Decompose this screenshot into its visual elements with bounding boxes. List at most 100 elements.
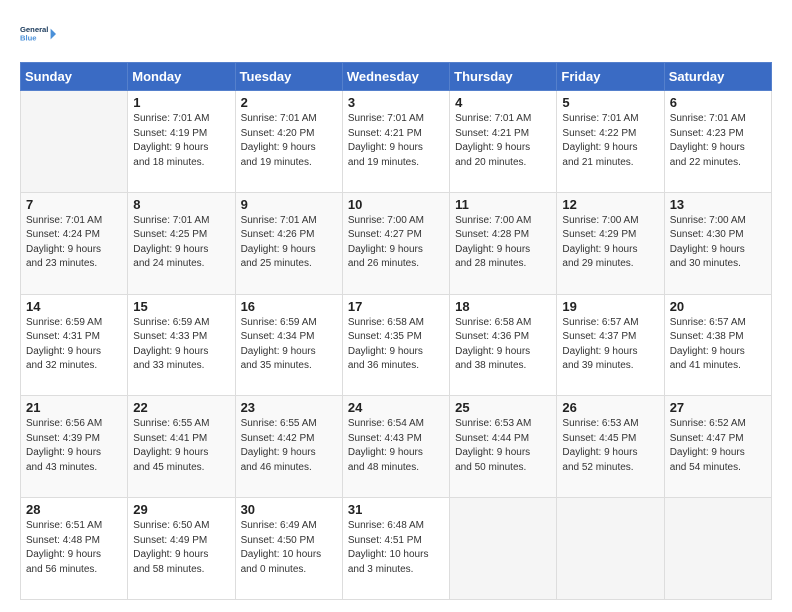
- day-number: 28: [26, 502, 122, 517]
- calendar-cell-w2-d1: 7 Sunrise: 7:01 AMSunset: 4:24 PMDaylight…: [21, 192, 128, 294]
- cell-info: Sunrise: 6:58 AMSunset: 4:36 PMDaylight:…: [455, 316, 551, 374]
- day-number: 12: [562, 197, 658, 212]
- cell-info: Sunrise: 6:58 AMSunset: 4:35 PMDaylight:…: [348, 316, 444, 374]
- calendar-week-5: 28 Sunrise: 6:51 AMSunset: 4:48 PMDayligh…: [21, 498, 772, 600]
- cell-info: Sunrise: 6:56 AMSunset: 4:39 PMDaylight:…: [26, 417, 122, 475]
- day-number: 17: [348, 299, 444, 314]
- calendar-header-row: Sunday Monday Tuesday Wednesday Thursday…: [21, 63, 772, 91]
- day-number: 25: [455, 400, 551, 415]
- calendar-cell-w1-d5: 4 Sunrise: 7:01 AMSunset: 4:21 PMDaylight…: [450, 91, 557, 193]
- cell-info: Sunrise: 6:59 AMSunset: 4:33 PMDaylight:…: [133, 316, 229, 374]
- cell-info: Sunrise: 6:59 AMSunset: 4:34 PMDaylight:…: [241, 316, 337, 374]
- day-number: 26: [562, 400, 658, 415]
- logo-icon: General Blue: [20, 16, 56, 52]
- day-number: 14: [26, 299, 122, 314]
- day-number: 16: [241, 299, 337, 314]
- calendar-cell-w3-d4: 17 Sunrise: 6:58 AMSunset: 4:35 PMDayligh…: [342, 294, 449, 396]
- calendar-cell-w1-d3: 2Sunrise: 7:01 AMSunset: 4:20 PMDaylight…: [235, 91, 342, 193]
- calendar-cell-w2-d5: 11 Sunrise: 7:00 AMSunset: 4:28 PMDayligh…: [450, 192, 557, 294]
- day-number: 27: [670, 400, 766, 415]
- calendar-cell-w3-d7: 20Sunrise: 6:57 AMSunset: 4:38 PMDayligh…: [664, 294, 771, 396]
- cell-info: Sunrise: 7:01 AMSunset: 4:25 PMDaylight:…: [133, 214, 229, 272]
- cell-info: Sunrise: 7:01 AMSunset: 4:22 PMDaylight:…: [562, 112, 658, 170]
- calendar-cell-w5-d2: 29Sunrise: 6:50 AMSunset: 4:49 PMDayligh…: [128, 498, 235, 600]
- svg-text:Blue: Blue: [20, 33, 37, 42]
- day-number: 22: [133, 400, 229, 415]
- day-number: 6: [670, 95, 766, 110]
- day-number: 1: [133, 95, 229, 110]
- calendar-cell-w5-d1: 28 Sunrise: 6:51 AMSunset: 4:48 PMDayligh…: [21, 498, 128, 600]
- cell-info: Sunrise: 6:55 AMSunset: 4:41 PMDaylight:…: [133, 417, 229, 475]
- header-friday: Friday: [557, 63, 664, 91]
- calendar-cell-w2-d2: 8 Sunrise: 7:01 AMSunset: 4:25 PMDaylight…: [128, 192, 235, 294]
- cell-info: Sunrise: 7:01 AMSunset: 4:19 PMDaylight:…: [133, 112, 229, 170]
- cell-info: Sunrise: 7:01 AMSunset: 4:26 PMDaylight:…: [241, 214, 337, 272]
- day-number: 3: [348, 95, 444, 110]
- calendar-week-3: 14 Sunrise: 6:59 AMSunset: 4:31 PMDayligh…: [21, 294, 772, 396]
- header-sunday: Sunday: [21, 63, 128, 91]
- calendar-cell-w4-d2: 22 Sunrise: 6:55 AMSunset: 4:41 PMDayligh…: [128, 396, 235, 498]
- day-number: 19: [562, 299, 658, 314]
- header-saturday: Saturday: [664, 63, 771, 91]
- day-number: 31: [348, 502, 444, 517]
- calendar-cell-w1-d2: 1 Sunrise: 7:01 AMSunset: 4:19 PMDaylight…: [128, 91, 235, 193]
- cell-info: Sunrise: 7:01 AMSunset: 4:21 PMDaylight:…: [348, 112, 444, 170]
- calendar-cell-w3-d1: 14 Sunrise: 6:59 AMSunset: 4:31 PMDayligh…: [21, 294, 128, 396]
- header-wednesday: Wednesday: [342, 63, 449, 91]
- day-number: 5: [562, 95, 658, 110]
- calendar-cell-w4-d7: 27Sunrise: 6:52 AMSunset: 4:47 PMDayligh…: [664, 396, 771, 498]
- calendar-cell-w1-d6: 5 Sunrise: 7:01 AMSunset: 4:22 PMDaylight…: [557, 91, 664, 193]
- cell-info: Sunrise: 6:55 AMSunset: 4:42 PMDaylight:…: [241, 417, 337, 475]
- logo: General Blue: [20, 16, 60, 52]
- day-number: 23: [241, 400, 337, 415]
- day-number: 29: [133, 502, 229, 517]
- calendar-cell-w4-d6: 26 Sunrise: 6:53 AMSunset: 4:45 PMDayligh…: [557, 396, 664, 498]
- svg-text:General: General: [20, 25, 48, 34]
- calendar-cell-w4-d5: 25Sunrise: 6:53 AMSunset: 4:44 PMDayligh…: [450, 396, 557, 498]
- cell-info: Sunrise: 6:53 AMSunset: 4:45 PMDaylight:…: [562, 417, 658, 475]
- day-number: 8: [133, 197, 229, 212]
- day-number: 9: [241, 197, 337, 212]
- day-number: 20: [670, 299, 766, 314]
- calendar-week-4: 21 Sunrise: 6:56 AMSunset: 4:39 PMDayligh…: [21, 396, 772, 498]
- header-monday: Monday: [128, 63, 235, 91]
- cell-info: Sunrise: 7:00 AMSunset: 4:29 PMDaylight:…: [562, 214, 658, 272]
- calendar-cell-w3-d6: 19 Sunrise: 6:57 AMSunset: 4:37 PMDayligh…: [557, 294, 664, 396]
- day-number: 18: [455, 299, 551, 314]
- cell-info: Sunrise: 6:59 AMSunset: 4:31 PMDaylight:…: [26, 316, 122, 374]
- cell-info: Sunrise: 7:00 AMSunset: 4:28 PMDaylight:…: [455, 214, 551, 272]
- cell-info: Sunrise: 7:00 AMSunset: 4:27 PMDaylight:…: [348, 214, 444, 272]
- header: General Blue: [20, 16, 772, 52]
- cell-info: Sunrise: 6:48 AMSunset: 4:51 PMDaylight:…: [348, 519, 444, 577]
- header-thursday: Thursday: [450, 63, 557, 91]
- cell-info: Sunrise: 6:51 AMSunset: 4:48 PMDaylight:…: [26, 519, 122, 577]
- calendar-cell-w3-d5: 18 Sunrise: 6:58 AMSunset: 4:36 PMDayligh…: [450, 294, 557, 396]
- calendar-cell-w5-d3: 30 Sunrise: 6:49 AMSunset: 4:50 PMDayligh…: [235, 498, 342, 600]
- calendar-cell-w1-d7: 6Sunrise: 7:01 AMSunset: 4:23 PMDaylight…: [664, 91, 771, 193]
- calendar-cell-w2-d3: 9 Sunrise: 7:01 AMSunset: 4:26 PMDaylight…: [235, 192, 342, 294]
- day-number: 21: [26, 400, 122, 415]
- calendar-cell-w5-d6: [557, 498, 664, 600]
- calendar-cell-w4-d1: 21 Sunrise: 6:56 AMSunset: 4:39 PMDayligh…: [21, 396, 128, 498]
- calendar-cell-w2-d4: 10Sunrise: 7:00 AMSunset: 4:27 PMDayligh…: [342, 192, 449, 294]
- day-number: 11: [455, 197, 551, 212]
- calendar-cell-w5-d4: 31 Sunrise: 6:48 AMSunset: 4:51 PMDayligh…: [342, 498, 449, 600]
- cell-info: Sunrise: 6:57 AMSunset: 4:37 PMDaylight:…: [562, 316, 658, 374]
- calendar-cell-w5-d7: [664, 498, 771, 600]
- cell-info: Sunrise: 6:49 AMSunset: 4:50 PMDaylight:…: [241, 519, 337, 577]
- cell-info: Sunrise: 7:01 AMSunset: 4:21 PMDaylight:…: [455, 112, 551, 170]
- cell-info: Sunrise: 7:01 AMSunset: 4:24 PMDaylight:…: [26, 214, 122, 272]
- calendar-table: Sunday Monday Tuesday Wednesday Thursday…: [20, 62, 772, 600]
- day-number: 13: [670, 197, 766, 212]
- day-number: 30: [241, 502, 337, 517]
- day-number: 7: [26, 197, 122, 212]
- cell-info: Sunrise: 7:01 AMSunset: 4:20 PMDaylight:…: [241, 112, 337, 170]
- day-number: 4: [455, 95, 551, 110]
- cell-info: Sunrise: 7:00 AMSunset: 4:30 PMDaylight:…: [670, 214, 766, 272]
- page: General Blue Sunday Monday Tuesday Wedne…: [0, 0, 792, 612]
- calendar-cell-w1-d4: 3 Sunrise: 7:01 AMSunset: 4:21 PMDaylight…: [342, 91, 449, 193]
- calendar-week-2: 7 Sunrise: 7:01 AMSunset: 4:24 PMDaylight…: [21, 192, 772, 294]
- calendar-cell-w4-d4: 24Sunrise: 6:54 AMSunset: 4:43 PMDayligh…: [342, 396, 449, 498]
- calendar-cell-w1-d1: [21, 91, 128, 193]
- day-number: 24: [348, 400, 444, 415]
